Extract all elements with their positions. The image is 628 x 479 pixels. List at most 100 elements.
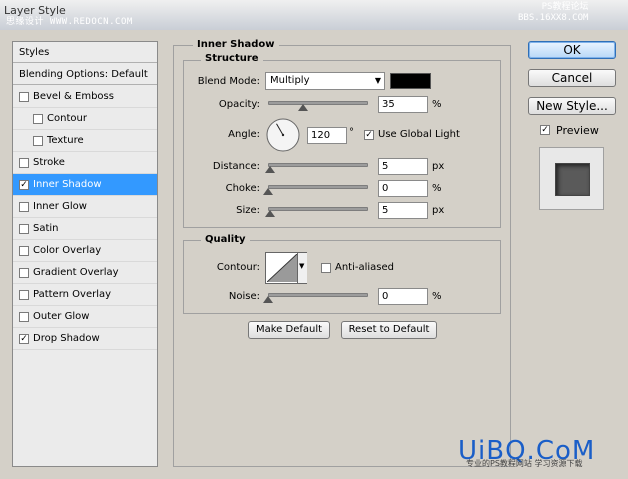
choke-slider-track[interactable] [268,185,368,189]
style-item[interactable]: Bevel & Emboss [13,86,157,108]
ok-button[interactable]: OK [528,41,616,59]
preview-thumbnail [539,147,604,210]
style-item[interactable]: Stroke [13,152,157,174]
style-item-label: Bevel & Emboss [33,91,114,102]
anti-aliased-label: Anti-aliased [335,262,395,273]
blend-mode-select[interactable]: Multiply ▼ [265,72,385,90]
style-item-label: Satin [33,223,59,234]
watermark-top-right-line1: PS教程论坛 [541,2,589,12]
preview-swatch [555,163,590,196]
size-unit: px [432,205,445,216]
watermark-top-right: PS教程论坛 BBS.16XX8.COM [518,2,588,24]
style-item-checkbox[interactable] [33,136,43,146]
style-item-checkbox[interactable] [19,92,29,102]
noise-input[interactable]: 0 [378,288,428,305]
anti-aliased-checkbox[interactable] [321,263,331,273]
style-item[interactable]: Contour [13,108,157,130]
noise-label: Noise: [228,291,260,302]
blending-options-item[interactable]: Blending Options: Default [13,64,157,85]
angle-dial[interactable] [265,117,301,153]
use-global-light-label: Use Global Light [378,129,460,140]
shadow-color-swatch[interactable] [390,73,431,89]
preview-checkbox[interactable]: ✓ [540,125,550,135]
choke-input[interactable]: 0 [378,180,428,197]
opacity-unit: % [432,99,442,110]
size-slider-thumb[interactable] [265,210,275,217]
new-style-button[interactable]: New Style... [528,97,616,115]
style-item-checkbox[interactable] [19,158,29,168]
contour-label: Contour: [216,262,260,273]
style-item-checkbox[interactable]: ✓ [19,334,29,344]
style-item-checkbox[interactable] [19,290,29,300]
style-item-checkbox[interactable] [19,202,29,212]
degree-unit: ° [349,127,354,138]
watermark-sub: 专业的PS教程网站 学习资源下载 [466,459,583,468]
opacity-input[interactable]: 35 [378,96,428,113]
contour-picker[interactable]: ▼ [265,252,307,284]
choke-label: Choke: [225,183,260,194]
style-item-checkbox[interactable] [19,268,29,278]
size-slider-track[interactable] [268,207,368,211]
chevron-down-icon: ▼ [299,262,305,270]
style-item[interactable]: Gradient Overlay [13,262,157,284]
style-item[interactable]: Inner Glow [13,196,157,218]
watermark-top-right-line2: BBS.16XX8.COM [518,13,589,23]
structure-title: Structure [201,53,263,64]
opacity-slider-track[interactable] [268,101,368,105]
cancel-button[interactable]: Cancel [528,69,616,87]
style-item-label: Outer Glow [33,311,90,322]
opacity-slider-thumb[interactable] [298,104,308,111]
blend-mode-label: Blend Mode: [197,76,260,87]
quality-group [183,240,501,314]
style-item[interactable]: Texture [13,130,157,152]
styles-list-panel: Styles Blending Options: Default Bevel &… [12,41,158,467]
style-item[interactable]: Color Overlay [13,240,157,262]
make-default-button[interactable]: Make Default [248,321,330,339]
noise-unit: % [432,291,442,302]
size-input[interactable]: 5 [378,202,428,219]
chevron-down-icon: ▼ [374,76,381,85]
style-item[interactable]: ✓ Drop Shadow [13,328,157,350]
choke-slider-thumb[interactable] [263,188,273,195]
blend-mode-value: Multiply [270,75,310,86]
watermark-top-left: 思缘设计 WWW.REDOCN.COM [6,17,133,27]
contour-curve-icon [267,254,297,282]
angle-input[interactable]: 120 [307,127,347,144]
reset-to-default-button[interactable]: Reset to Default [341,321,437,339]
style-item[interactable]: ✓ Inner Shadow [13,174,157,196]
style-item-label: Contour [47,113,87,124]
style-item[interactable]: Satin [13,218,157,240]
style-item-label: Pattern Overlay [33,289,112,300]
distance-unit: px [432,161,445,172]
style-item-checkbox[interactable] [33,114,43,124]
style-item-label: Stroke [33,157,65,168]
style-item[interactable]: Outer Glow [13,306,157,328]
style-item-checkbox[interactable] [19,224,29,234]
inner-shadow-title: Inner Shadow [193,39,279,50]
style-item-label: Drop Shadow [33,333,100,344]
style-item-checkbox[interactable] [19,246,29,256]
noise-slider-track[interactable] [268,293,368,297]
style-item-label: Gradient Overlay [33,267,119,278]
noise-slider-thumb[interactable] [263,296,273,303]
styles-header[interactable]: Styles [13,42,157,63]
size-label: Size: [236,205,260,216]
quality-title: Quality [201,234,250,245]
choke-unit: % [432,183,442,194]
use-global-light-checkbox[interactable]: ✓ [364,130,374,140]
style-item-label: Inner Shadow [33,179,102,190]
style-item-checkbox[interactable] [19,312,29,322]
distance-slider-track[interactable] [268,163,368,167]
opacity-label: Opacity: [218,99,260,110]
style-item-label: Texture [47,135,84,146]
angle-label: Angle: [228,129,260,140]
distance-slider-thumb[interactable] [265,166,275,173]
distance-label: Distance: [212,161,260,172]
distance-input[interactable]: 5 [378,158,428,175]
style-item[interactable]: Pattern Overlay [13,284,157,306]
style-item-label: Inner Glow [33,201,87,212]
style-item-checkbox[interactable]: ✓ [19,180,29,190]
contour-dropdown[interactable]: ▼ [297,253,307,283]
preview-label: Preview [556,124,599,137]
style-item-label: Color Overlay [33,245,102,256]
